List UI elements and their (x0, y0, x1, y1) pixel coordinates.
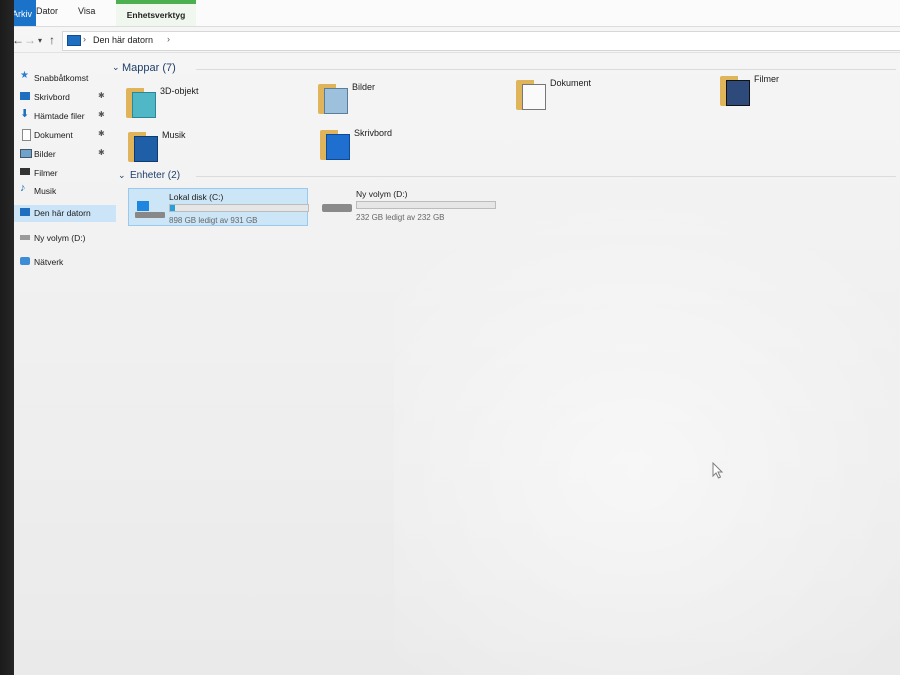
drive-usage-bar (169, 204, 309, 212)
mouse-pointer-icon (712, 462, 724, 479)
folder-pictures[interactable]: Bilder (318, 78, 508, 122)
folder-label: Filmer (754, 74, 779, 84)
sidebar-item-label: Dokument (34, 130, 73, 140)
recent-locations-chevron-icon[interactable]: ▾ (38, 36, 42, 45)
folder-music[interactable]: Musik (128, 126, 318, 170)
pin-icon[interactable]: ✱ (98, 91, 105, 100)
back-arrow-icon[interactable]: ← (14, 33, 24, 47)
pictures-icon (318, 84, 348, 114)
pin-icon[interactable]: ✱ (98, 129, 105, 138)
sidebar-item-label: Nätverk (34, 257, 64, 267)
breadcrumb-separator: › (83, 34, 86, 44)
address-bar[interactable]: › Den här datorn › (62, 31, 900, 51)
collapse-chevron-icon[interactable]: ⌄ (112, 62, 120, 73)
sidebar-item-desktop[interactable]: Skrivbord ✱ (14, 89, 116, 106)
tab-view[interactable]: Visa (78, 6, 95, 16)
drive-label: Ny volym (D:) (356, 189, 408, 199)
computer-icon (67, 35, 81, 46)
film-icon (720, 76, 750, 106)
folder-desktop[interactable]: Skrivbord (320, 124, 510, 168)
sidebar-item-this-pc[interactable]: Den här datorn (14, 205, 116, 222)
folders-section-heading[interactable]: Mappar (7) (122, 62, 176, 74)
sidebar-item-label: Skrivbord (34, 92, 70, 102)
pin-icon[interactable]: ✱ (98, 148, 105, 157)
tab-file[interactable]: Arkiv (14, 0, 36, 26)
desktop-folder-icon (20, 92, 30, 100)
ribbon-tabs: Arkiv Dator Visa Enhetsverktyg (14, 0, 900, 27)
star-icon: ★ (20, 70, 29, 81)
section-divider (196, 176, 896, 177)
sidebar-item-drive-d[interactable]: Ny volym (D:) (14, 230, 116, 247)
download-arrow-icon: ⬇ (20, 108, 30, 120)
sidebar-item-label: Den här datorn (34, 208, 91, 218)
collapse-chevron-icon[interactable]: ⌄ (118, 170, 126, 181)
breadcrumb-this-pc[interactable]: Den här datorn (93, 35, 153, 45)
sidebar-item-videos[interactable]: Filmer (14, 165, 116, 182)
drive-d[interactable]: Ny volym (D:) 232 GB ledigt av 232 GB (316, 186, 496, 224)
folder-label: Dokument (550, 78, 592, 88)
film-icon (20, 168, 30, 175)
pin-icon[interactable]: ✱ (98, 110, 105, 119)
sidebar-item-documents[interactable]: Dokument ✱ (14, 127, 116, 144)
document-icon (22, 129, 31, 141)
drives-section-heading[interactable]: Enheter (2) (130, 170, 180, 181)
pictures-icon (20, 149, 32, 158)
music-note-icon: ♪ (20, 182, 26, 194)
sidebar-item-label: Musik (34, 186, 57, 196)
up-arrow-icon[interactable]: ↑ (49, 33, 55, 47)
sidebar-item-label: Hämtade filer (34, 111, 85, 121)
tab-computer[interactable]: Dator (36, 6, 58, 16)
drive-free-space: 232 GB ledigt av 232 GB (356, 213, 445, 222)
computer-icon (20, 208, 30, 216)
folder-label: Skrivbord (354, 128, 393, 138)
sidebar-item-quick-access[interactable]: ★ Snabbåtkomst (14, 70, 116, 87)
sidebar-item-label: Ny volym (D:) (34, 233, 86, 243)
sidebar-item-music[interactable]: ♪ Musik (14, 182, 116, 200)
sidebar-item-pictures[interactable]: Bilder ✱ (14, 146, 116, 163)
folder-label: Musik (162, 130, 186, 140)
drive-free-space: 898 GB ledigt av 931 GB (169, 216, 258, 225)
address-bar-row: ← → ▾ ↑ › Den här datorn › (14, 28, 900, 53)
drive-icon (322, 198, 352, 216)
content-pane: ⌄ Mappar (7) 3D-objekt Bilder Dokument F… (106, 56, 900, 675)
windows-drive-icon (135, 201, 165, 219)
document-icon (516, 80, 546, 110)
desktop-folder-icon (320, 130, 350, 160)
navigation-pane: ★ Snabbåtkomst Skrivbord ✱ ⬇ Hämtade fil… (14, 60, 116, 660)
forward-arrow-icon[interactable]: → (24, 33, 36, 47)
folder-label: 3D-objekt (160, 86, 199, 96)
folder-documents[interactable]: Dokument (516, 74, 706, 118)
file-explorer-window: Arkiv Dator Visa Enhetsverktyg ← → ▾ ↑ ›… (14, 0, 900, 675)
drive-c[interactable]: Lokal disk (C:) 898 GB ledigt av 931 GB (128, 188, 309, 226)
folder-3d-objects[interactable]: 3D-objekt (126, 82, 316, 126)
sidebar-item-label: Snabbåtkomst (34, 73, 89, 83)
drive-usage-fill (170, 205, 175, 211)
drive-icon (20, 235, 30, 240)
3d-objects-icon (126, 88, 156, 118)
sidebar-item-label: Bilder (34, 149, 56, 159)
drive-usage-bar (356, 201, 496, 209)
breadcrumb-chevron[interactable]: › (167, 34, 170, 44)
folder-videos[interactable]: Filmer (720, 70, 900, 114)
sidebar-item-label: Filmer (34, 168, 58, 178)
network-icon (20, 257, 30, 265)
folder-label: Bilder (352, 82, 376, 92)
sidebar-item-downloads[interactable]: ⬇ Hämtade filer ✱ (14, 108, 116, 125)
tab-drive-tools[interactable]: Enhetsverktyg (116, 0, 196, 26)
music-note-icon (128, 132, 158, 162)
drive-label: Lokal disk (C:) (169, 192, 224, 202)
sidebar-item-network[interactable]: Nätverk (14, 254, 116, 271)
